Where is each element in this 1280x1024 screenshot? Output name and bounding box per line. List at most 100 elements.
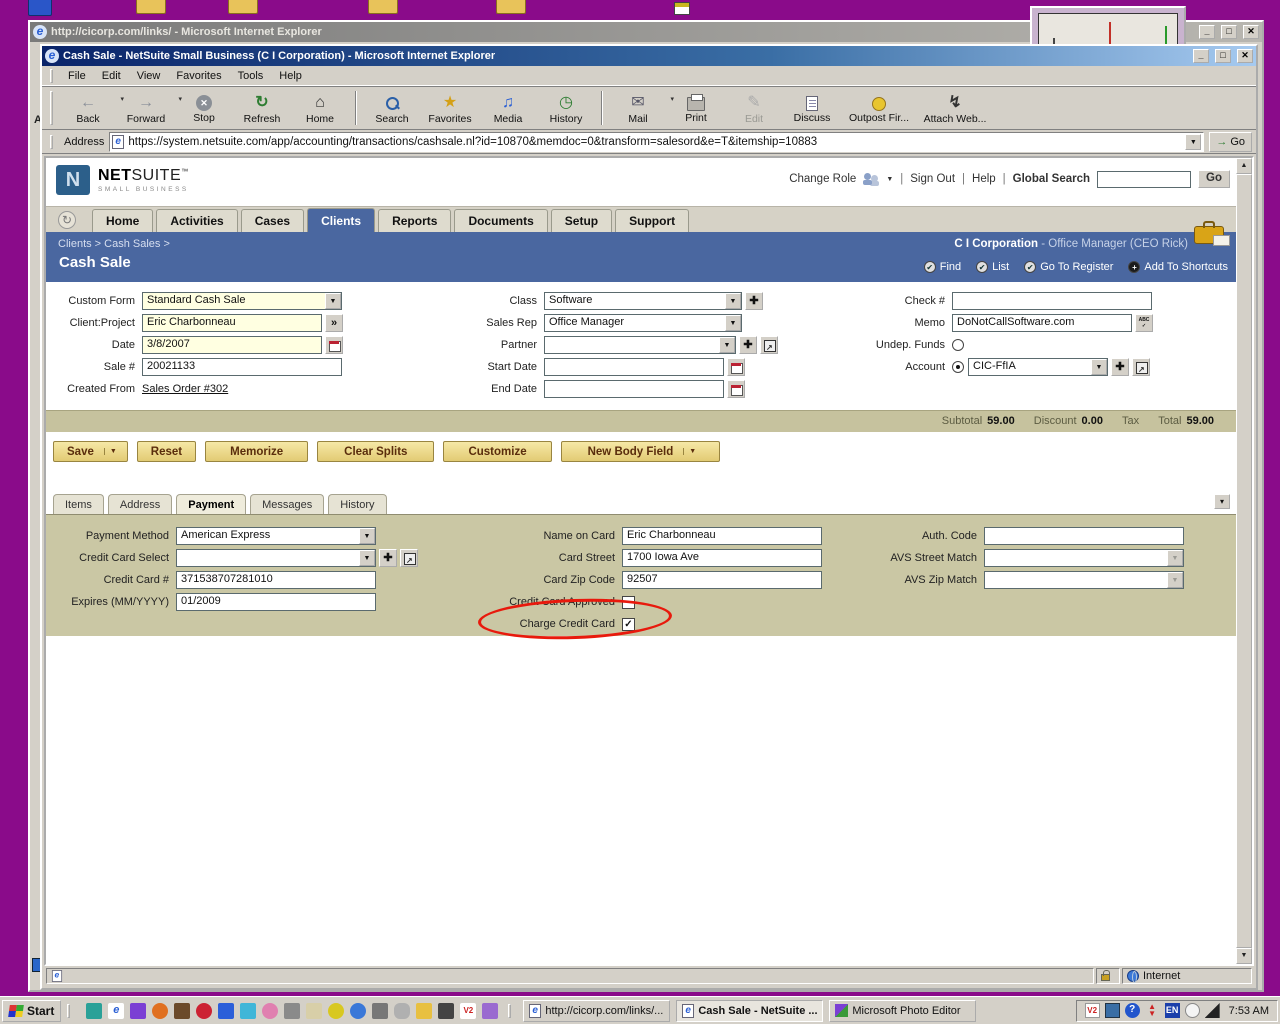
favorites-button[interactable]: ★ Favorites [421,87,479,129]
print-button[interactable]: Print [667,87,725,129]
customize-button[interactable]: Customize [443,441,551,462]
quick-launch-icon[interactable]: V2 [460,1003,476,1019]
calendar-icon[interactable] [727,358,745,376]
quick-launch-icon[interactable] [416,1003,432,1019]
save-button[interactable]: Save▼ [53,441,128,462]
language-indicator[interactable]: EN [1165,1003,1180,1018]
quick-launch-icon[interactable] [328,1003,344,1019]
sales-rep-select[interactable]: Office Manager▼ [544,314,742,332]
start-date-input[interactable] [544,358,724,376]
add-new-icon[interactable]: ✚ [745,292,763,310]
desktop-folder-icon[interactable] [136,0,166,14]
start-button[interactable]: Start [2,1000,61,1022]
maximize-button[interactable]: □ [1221,25,1237,39]
menu-edit[interactable]: Edit [95,68,128,84]
tab-setup[interactable]: Setup [551,209,612,232]
desktop-folder-icon[interactable] [368,0,398,14]
history-button[interactable]: ◷ History [537,87,595,129]
address-input[interactable]: https://system.netsuite.com/app/accounti… [109,132,1204,152]
change-role-link[interactable]: Change Role [789,173,856,185]
vertical-scrollbar[interactable]: ▲ ▼ [1236,158,1252,964]
tab-activities[interactable]: Activities [156,209,237,232]
credit-card-number-input[interactable]: 371538707281010 [176,571,376,589]
tray-scheduler-icon[interactable] [1185,1003,1200,1018]
add-to-shortcuts-link[interactable]: +Add To Shortcuts [1128,261,1228,273]
tab-reports[interactable]: Reports [378,209,451,232]
quick-launch-icon[interactable] [130,1003,146,1019]
collapse-panel-button[interactable]: ▾ [1214,494,1230,509]
custom-form-select[interactable]: Standard Cash Sale▼ [142,292,342,310]
menu-help[interactable]: Help [272,68,309,84]
subtab-address[interactable]: Address [108,494,172,514]
sign-out-link[interactable]: Sign Out [910,173,955,185]
home-button[interactable]: ⌂ Home [291,87,349,129]
scroll-up-button[interactable]: ▲ [1236,158,1252,174]
chevron-down-icon[interactable]: ▼ [886,176,893,183]
tray-help-icon[interactable]: ? [1125,1003,1140,1018]
clear-splits-button[interactable]: Clear Splits [317,441,434,462]
quick-launch-icon[interactable] [174,1003,190,1019]
credit-card-select[interactable]: ▼ [176,549,376,567]
tab-support[interactable]: Support [615,209,689,232]
undep-funds-radio[interactable] [952,339,964,351]
credit-card-approved-checkbox[interactable] [622,596,635,609]
quick-launch-icon[interactable] [152,1003,168,1019]
sale-number-input[interactable]: 20021133 [142,358,342,376]
desktop-folder-icon[interactable] [496,0,526,14]
tab-cases[interactable]: Cases [241,209,304,232]
card-street-input[interactable]: 1700 Iowa Ave [622,549,822,567]
minimize-button[interactable]: _ [1199,25,1215,39]
memo-input[interactable]: DoNotCallSoftware.com [952,314,1132,332]
partner-select[interactable]: ▼ [544,336,736,354]
go-button[interactable]: → Go [1209,132,1252,152]
menu-file[interactable]: File [61,68,93,84]
menu-tools[interactable]: Tools [231,68,271,84]
tray-updown-icon[interactable]: ▲▼ [1145,1003,1160,1018]
quick-launch-icon[interactable] [482,1003,498,1019]
end-date-input[interactable] [544,380,724,398]
outpost-button[interactable]: Outpost Fir... [841,87,917,129]
taskbar-task-3[interactable]: Microsoft Photo Editor [829,1000,976,1022]
date-input[interactable]: 3/8/2007 [142,336,322,354]
taskbar-task-2[interactable]: Cash Sale - NetSuite ... [676,1000,823,1022]
quick-launch-icon[interactable] [372,1003,388,1019]
mail-button[interactable]: ✉ ▾ Mail [609,87,667,129]
desktop-icon[interactable] [28,0,52,16]
subtab-items[interactable]: Items [53,494,104,514]
quick-launch-icon[interactable] [350,1003,366,1019]
toolbar-gripper[interactable] [50,135,53,149]
tray-v2-icon[interactable]: V2 [1085,1003,1100,1018]
scrollbar-thumb[interactable] [1236,174,1252,948]
chevron-down-icon[interactable]: ▼ [719,337,735,353]
expand-button[interactable]: » [325,314,343,332]
created-from-link[interactable]: Sales Order #302 [142,382,228,396]
breadcrumb[interactable]: Clients > Cash Sales > [58,238,170,250]
menu-favorites[interactable]: Favorites [169,68,228,84]
desktop-folder-icon[interactable] [228,0,258,14]
refresh-button[interactable]: ↻ Refresh [233,87,291,129]
menu-view[interactable]: View [130,68,168,84]
payment-method-select[interactable]: American Express▼ [176,527,376,545]
tray-network-icon[interactable] [1105,1003,1120,1018]
stop-button[interactable]: ✕ Stop [175,87,233,129]
calendar-icon[interactable] [727,380,745,398]
client-project-input[interactable]: Eric Charbonneau [142,314,322,332]
spellcheck-icon[interactable]: ABC✓ [1135,314,1153,332]
toolbar-gripper[interactable] [50,69,53,83]
help-link[interactable]: Help [972,173,996,185]
search-button[interactable]: Search [363,87,421,129]
tab-clients[interactable]: Clients [307,208,375,232]
close-button[interactable]: ✕ [1243,25,1259,39]
chevron-down-icon[interactable]: ▼ [725,315,741,331]
quick-launch-icon[interactable] [86,1003,102,1019]
tray-volume-icon[interactable] [1205,1003,1220,1018]
close-button[interactable]: ✕ [1237,49,1253,63]
tab-documents[interactable]: Documents [454,209,547,232]
open-list-icon[interactable] [1132,358,1150,376]
subtab-payment[interactable]: Payment [176,494,246,514]
chevron-down-icon[interactable]: ▼ [683,448,701,455]
chevron-down-icon[interactable]: ▼ [325,293,341,309]
avs-zip-select[interactable]: ▼ [984,571,1184,589]
global-search-go-button[interactable]: Go [1198,170,1230,188]
quick-launch-icon[interactable] [196,1003,212,1019]
